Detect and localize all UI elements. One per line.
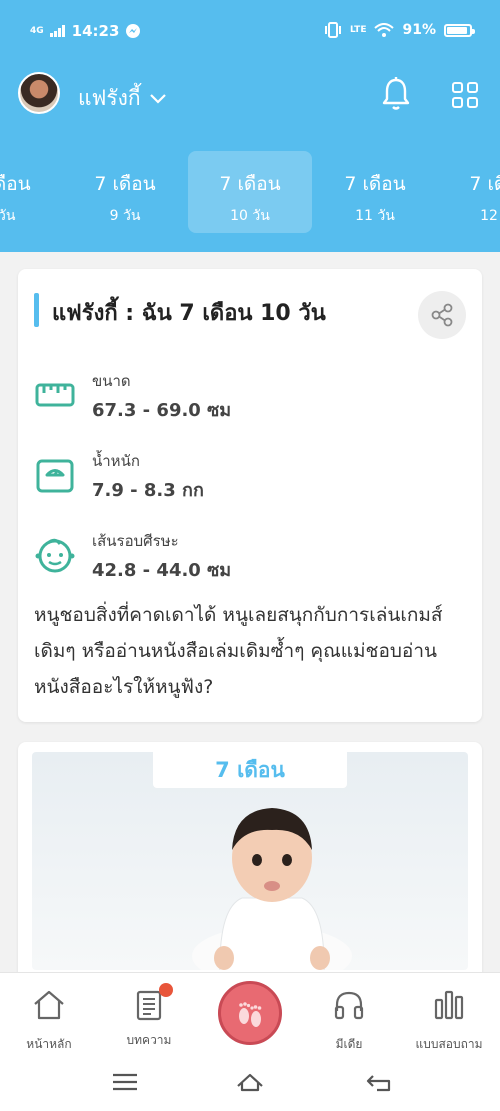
age-day: 10 วัน [230, 208, 270, 224]
share-button[interactable] [418, 291, 466, 339]
system-navigation-bar [0, 1052, 500, 1111]
footprint-icon [239, 1002, 262, 1027]
age-day: 8 วัน [0, 208, 16, 224]
age-month: 7 เดือน [0, 173, 31, 195]
nav-survey[interactable]: แบบสอบถาม [404, 987, 494, 1054]
vibrate-icon [324, 22, 341, 38]
bar-chart-icon [434, 990, 464, 1020]
signal-icon [49, 25, 65, 37]
growth-info-card: แฟรังกี้ : ฉัน 7 เดือน 10 วัน ขนาด 67.3 … [18, 269, 482, 722]
age-day: 12 วัน [480, 208, 500, 224]
articles-icon-wrap [131, 983, 173, 1023]
nav-label: บทความ [126, 1033, 172, 1047]
age-month: 7 เดือน [344, 173, 406, 195]
baby-image-card[interactable]: 7 เดือน [18, 742, 482, 982]
headphones-icon [334, 991, 364, 1020]
share-icon [431, 303, 453, 327]
age-day: 11 วัน [355, 208, 395, 224]
battery-icon [444, 23, 475, 37]
child-name: แฟรังกี้ [78, 86, 141, 110]
center-footprint-button[interactable] [218, 981, 282, 1045]
chevron-down-icon [149, 93, 166, 104]
baby-illustration [192, 808, 352, 970]
stat-label: น้ำหนัก [92, 452, 140, 470]
status-right: LTE 91% [324, 22, 475, 38]
messenger-icon [126, 24, 141, 38]
title-accent-bar [34, 293, 39, 327]
stat-weight: น้ำหนัก 7.9 - 8.3 กก [34, 449, 434, 509]
stat-value: 67.3 - 69.0 ซม [92, 400, 232, 421]
nav-home[interactable]: หน้าหลัก [4, 987, 94, 1054]
bottom-navigation: หน้าหลัก บทความ มีเดีย แบบสอบถาม [0, 972, 500, 1052]
nav-media[interactable]: มีเดีย [304, 987, 394, 1054]
development-description: หนูชอบสิ่งที่คาดเดาได้ หนูเลยสนุกกับการเ… [34, 604, 443, 698]
network-type: 4G [30, 25, 44, 36]
age-month: 7 เดือน [469, 173, 500, 195]
stat-head-circumference: เส้นรอบศีรษะ 42.8 - 44.0 ซม [34, 529, 434, 589]
child-selector[interactable]: แฟรังกี้ [78, 82, 167, 115]
avatar[interactable] [18, 72, 60, 114]
age-selector: 7 เดือน 8 วัน 7 เดือน 9 วัน 7 เดือน 10 ว… [0, 151, 500, 233]
scale-icon [36, 459, 74, 493]
baby-photo: 7 เดือน [32, 752, 468, 970]
age-month: 7 เดือน [219, 173, 281, 195]
clock: 14:23 [71, 22, 120, 40]
age-day: 9 วัน [109, 208, 141, 224]
age-tab[interactable]: 7 เดือน 8 วัน [0, 151, 62, 233]
menu-icon[interactable] [110, 1070, 140, 1094]
stat-value: 7.9 - 8.3 กก [92, 480, 204, 501]
battery-percent: 91% [402, 22, 436, 38]
wifi-icon [374, 23, 395, 37]
nav-articles[interactable]: บทความ [104, 983, 194, 1050]
app-header: แฟรังกี้ 7 เดือน 8 วัน 7 เดือน 9 วัน 7 เ… [0, 64, 500, 252]
bell-icon[interactable] [380, 76, 412, 112]
age-tab[interactable]: 7 เดือน 9 วัน [63, 151, 187, 233]
notification-badge [159, 983, 173, 997]
ruler-icon [35, 383, 75, 407]
home-icon [34, 990, 64, 1020]
status-bar: 4G 14:23 LTE 91% [0, 0, 500, 64]
stat-length: ขนาด 67.3 - 69.0 ซม [34, 369, 434, 429]
grid-menu-icon[interactable] [452, 82, 478, 108]
age-tab-active[interactable]: 7 เดือน 10 วัน [188, 151, 312, 233]
home-system-icon[interactable] [235, 1070, 265, 1094]
back-icon[interactable] [365, 1070, 395, 1094]
baby-face-icon [35, 538, 75, 573]
age-tab[interactable]: 7 เดือน 12 วัน [438, 151, 500, 233]
age-month: 7 เดือน [94, 173, 156, 195]
stat-value: 42.8 - 44.0 ซม [92, 560, 232, 581]
stat-label: เส้นรอบศีรษะ [92, 532, 179, 550]
lte-indicator: LTE [349, 24, 367, 35]
card-title: แฟรังกี้ : ฉัน 7 เดือน 10 วัน [52, 301, 326, 326]
age-tab[interactable]: 7 เดือน 11 วัน [313, 151, 437, 233]
photo-age-label: 7 เดือน [153, 752, 347, 788]
stat-label: ขนาด [92, 372, 131, 390]
status-left: 4G 14:23 [30, 22, 141, 40]
